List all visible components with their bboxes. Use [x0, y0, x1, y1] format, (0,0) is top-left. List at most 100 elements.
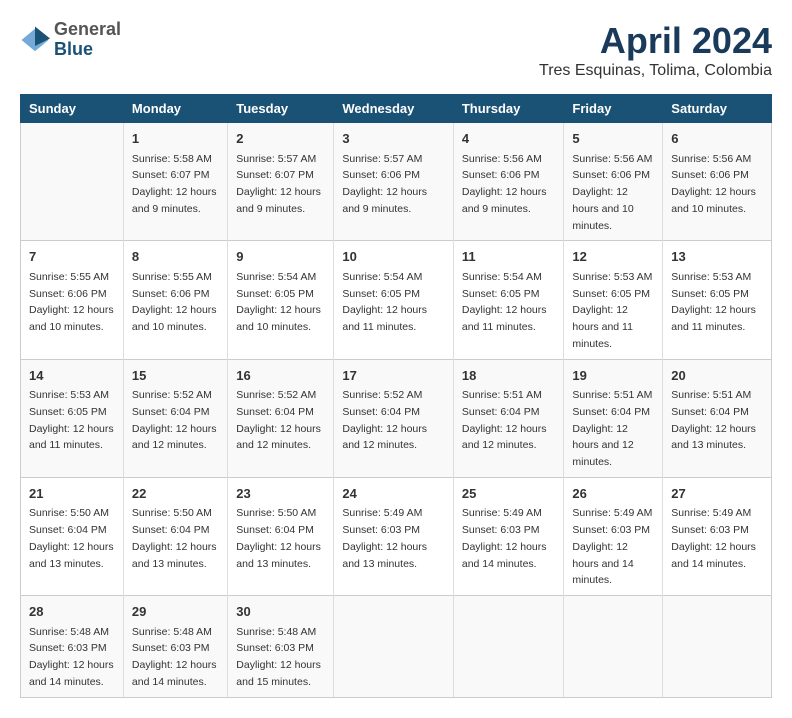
- day-number: 24: [342, 484, 445, 504]
- day-number: 1: [132, 129, 219, 149]
- day-info: Sunrise: 5:54 AMSunset: 6:05 PMDaylight:…: [462, 271, 547, 333]
- calendar-cell: 29Sunrise: 5:48 AMSunset: 6:03 PMDayligh…: [123, 596, 227, 698]
- calendar-cell: 6 Sunrise: 5:56 AMSunset: 6:06 PMDaylight…: [663, 123, 772, 241]
- calendar-cell: 19 Sunrise: 5:51 AMSunset: 6:04 PMDayligh…: [564, 359, 663, 477]
- col-saturday: Saturday: [663, 95, 772, 123]
- calendar-cell: 2Sunrise: 5:57 AMSunset: 6:07 PMDaylight…: [228, 123, 334, 241]
- day-info: Sunrise: 5:56 AMSunset: 6:06 PMDaylight:…: [572, 153, 652, 232]
- day-number: 25: [462, 484, 556, 504]
- col-thursday: Thursday: [453, 95, 564, 123]
- day-info: Sunrise: 5:48 AMSunset: 6:03 PMDaylight:…: [29, 626, 114, 688]
- calendar-week-row: 14 Sunrise: 5:53 AMSunset: 6:05 PMDayligh…: [21, 359, 772, 477]
- day-number: 8: [132, 247, 219, 267]
- day-info: Sunrise: 5:48 AMSunset: 6:03 PMDaylight:…: [236, 626, 321, 688]
- day-info: Sunrise: 5:55 AMSunset: 6:06 PMDaylight:…: [132, 271, 217, 333]
- calendar-cell: 22 Sunrise: 5:50 AMSunset: 6:04 PMDayligh…: [123, 477, 227, 595]
- day-info: Sunrise: 5:50 AMSunset: 6:04 PMDaylight:…: [236, 507, 321, 569]
- day-info: Sunrise: 5:49 AMSunset: 6:03 PMDaylight:…: [671, 507, 756, 569]
- logo-general-text: General: [54, 20, 121, 40]
- calendar-cell: 7 Sunrise: 5:55 AMSunset: 6:06 PMDaylight…: [21, 241, 124, 359]
- calendar-header: Sunday Monday Tuesday Wednesday Thursday…: [21, 95, 772, 123]
- day-number: 14: [29, 366, 115, 386]
- calendar-cell: 26Sunrise: 5:49 AMSunset: 6:03 PMDayligh…: [564, 477, 663, 595]
- day-info: Sunrise: 5:58 AMSunset: 6:07 PMDaylight:…: [132, 153, 217, 215]
- calendar-cell: 13Sunrise: 5:53 AMSunset: 6:05 PMDayligh…: [663, 241, 772, 359]
- calendar-cell: 27 Sunrise: 5:49 AMSunset: 6:03 PMDayligh…: [663, 477, 772, 595]
- day-number: 10: [342, 247, 445, 267]
- day-number: 17: [342, 366, 445, 386]
- day-number: 15: [132, 366, 219, 386]
- day-info: Sunrise: 5:53 AMSunset: 6:05 PMDaylight:…: [29, 389, 114, 451]
- day-number: 7: [29, 247, 115, 267]
- calendar-cell: 3 Sunrise: 5:57 AMSunset: 6:06 PMDaylight…: [334, 123, 454, 241]
- day-number: 4: [462, 129, 556, 149]
- calendar-cell: 24 Sunrise: 5:49 AMSunset: 6:03 PMDayligh…: [334, 477, 454, 595]
- calendar-cell: 12Sunrise: 5:53 AMSunset: 6:05 PMDayligh…: [564, 241, 663, 359]
- calendar-cell: [663, 596, 772, 698]
- calendar-cell: 25Sunrise: 5:49 AMSunset: 6:03 PMDayligh…: [453, 477, 564, 595]
- col-friday: Friday: [564, 95, 663, 123]
- month-title: April 2024: [539, 20, 772, 62]
- calendar-week-row: 7 Sunrise: 5:55 AMSunset: 6:06 PMDaylight…: [21, 241, 772, 359]
- day-number: 3: [342, 129, 445, 149]
- day-number: 26: [572, 484, 654, 504]
- header-row: Sunday Monday Tuesday Wednesday Thursday…: [21, 95, 772, 123]
- col-wednesday: Wednesday: [334, 95, 454, 123]
- day-info: Sunrise: 5:52 AMSunset: 6:04 PMDaylight:…: [132, 389, 217, 451]
- calendar-cell: 4Sunrise: 5:56 AMSunset: 6:06 PMDaylight…: [453, 123, 564, 241]
- calendar-cell: 21 Sunrise: 5:50 AMSunset: 6:04 PMDayligh…: [21, 477, 124, 595]
- day-info: Sunrise: 5:49 AMSunset: 6:03 PMDaylight:…: [342, 507, 427, 569]
- col-monday: Monday: [123, 95, 227, 123]
- page-header: General Blue April 2024 Tres Esquinas, T…: [20, 20, 772, 90]
- calendar-cell: [453, 596, 564, 698]
- day-info: Sunrise: 5:52 AMSunset: 6:04 PMDaylight:…: [342, 389, 427, 451]
- calendar-cell: 20Sunrise: 5:51 AMSunset: 6:04 PMDayligh…: [663, 359, 772, 477]
- day-number: 12: [572, 247, 654, 267]
- col-sunday: Sunday: [21, 95, 124, 123]
- day-number: 2: [236, 129, 325, 149]
- day-number: 21: [29, 484, 115, 504]
- day-number: 9: [236, 247, 325, 267]
- day-info: Sunrise: 5:51 AMSunset: 6:04 PMDaylight:…: [462, 389, 547, 451]
- logo-blue-text: Blue: [54, 40, 121, 60]
- day-number: 19: [572, 366, 654, 386]
- day-info: Sunrise: 5:54 AMSunset: 6:05 PMDaylight:…: [236, 271, 321, 333]
- day-info: Sunrise: 5:56 AMSunset: 6:06 PMDaylight:…: [671, 153, 756, 215]
- calendar-table: Sunday Monday Tuesday Wednesday Thursday…: [20, 94, 772, 698]
- logo-icon: [20, 25, 50, 55]
- calendar-cell: 5Sunrise: 5:56 AMSunset: 6:06 PMDaylight…: [564, 123, 663, 241]
- day-info: Sunrise: 5:53 AMSunset: 6:05 PMDaylight:…: [671, 271, 756, 333]
- day-number: 22: [132, 484, 219, 504]
- logo: General Blue: [20, 20, 121, 60]
- calendar-cell: 8 Sunrise: 5:55 AMSunset: 6:06 PMDaylight…: [123, 241, 227, 359]
- calendar-week-row: 21 Sunrise: 5:50 AMSunset: 6:04 PMDayligh…: [21, 477, 772, 595]
- day-info: Sunrise: 5:54 AMSunset: 6:05 PMDaylight:…: [342, 271, 427, 333]
- calendar-cell: 18 Sunrise: 5:51 AMSunset: 6:04 PMDayligh…: [453, 359, 564, 477]
- day-number: 18: [462, 366, 556, 386]
- location-subtitle: Tres Esquinas, Tolima, Colombia: [539, 62, 772, 80]
- col-tuesday: Tuesday: [228, 95, 334, 123]
- day-number: 16: [236, 366, 325, 386]
- calendar-cell: 11 Sunrise: 5:54 AMSunset: 6:05 PMDayligh…: [453, 241, 564, 359]
- calendar-cell: 9 Sunrise: 5:54 AMSunset: 6:05 PMDaylight…: [228, 241, 334, 359]
- day-number: 27: [671, 484, 763, 504]
- calendar-cell: [564, 596, 663, 698]
- day-number: 23: [236, 484, 325, 504]
- day-number: 6: [671, 129, 763, 149]
- day-info: Sunrise: 5:50 AMSunset: 6:04 PMDaylight:…: [132, 507, 217, 569]
- day-info: Sunrise: 5:57 AMSunset: 6:06 PMDaylight:…: [342, 153, 427, 215]
- calendar-cell: 30Sunrise: 5:48 AMSunset: 6:03 PMDayligh…: [228, 596, 334, 698]
- calendar-cell: 28Sunrise: 5:48 AMSunset: 6:03 PMDayligh…: [21, 596, 124, 698]
- day-info: Sunrise: 5:51 AMSunset: 6:04 PMDaylight:…: [572, 389, 652, 468]
- calendar-cell: 14 Sunrise: 5:53 AMSunset: 6:05 PMDayligh…: [21, 359, 124, 477]
- title-block: April 2024 Tres Esquinas, Tolima, Colomb…: [539, 20, 772, 90]
- calendar-cell: 10 Sunrise: 5:54 AMSunset: 6:05 PMDayligh…: [334, 241, 454, 359]
- day-info: Sunrise: 5:50 AMSunset: 6:04 PMDaylight:…: [29, 507, 114, 569]
- day-number: 11: [462, 247, 556, 267]
- day-info: Sunrise: 5:52 AMSunset: 6:04 PMDaylight:…: [236, 389, 321, 451]
- calendar-week-row: 28Sunrise: 5:48 AMSunset: 6:03 PMDayligh…: [21, 596, 772, 698]
- day-info: Sunrise: 5:55 AMSunset: 6:06 PMDaylight:…: [29, 271, 114, 333]
- calendar-body: 1 Sunrise: 5:58 AMSunset: 6:07 PMDaylight…: [21, 123, 772, 698]
- calendar-cell: 16 Sunrise: 5:52 AMSunset: 6:04 PMDayligh…: [228, 359, 334, 477]
- calendar-cell: 17 Sunrise: 5:52 AMSunset: 6:04 PMDayligh…: [334, 359, 454, 477]
